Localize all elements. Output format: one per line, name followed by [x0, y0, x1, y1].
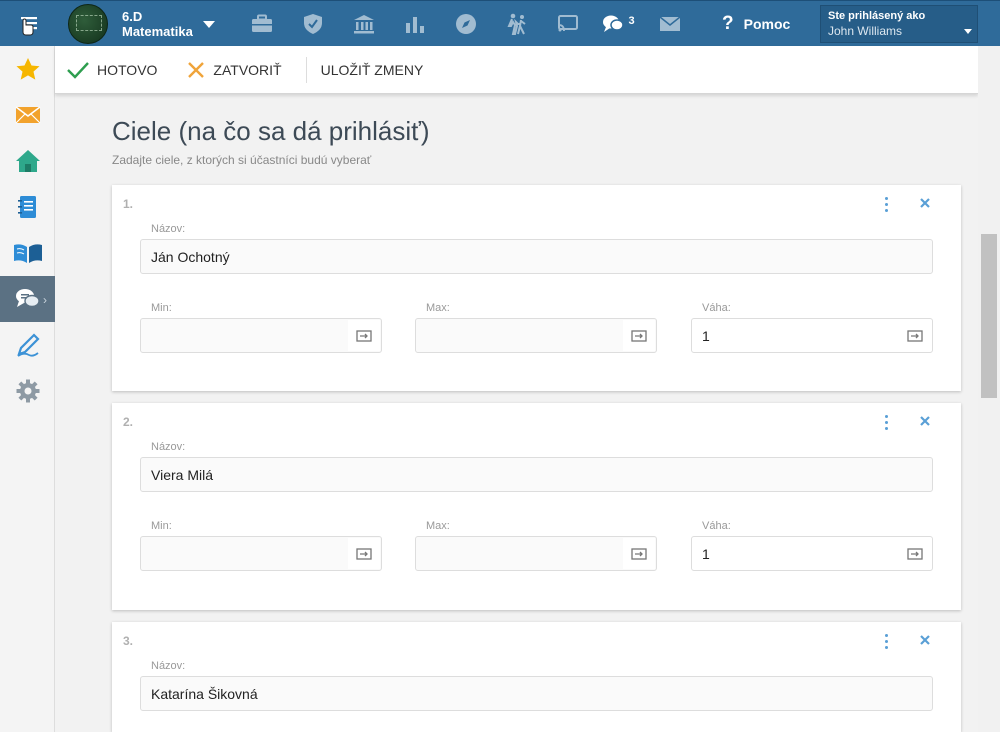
sidebar-item-settings[interactable]: [0, 368, 55, 414]
pen-icon: [16, 333, 40, 357]
hiking-icon[interactable]: [491, 1, 542, 47]
action-toolbar: HOTOVO ZATVORIŤ ULOŽIŤ ZMENY: [55, 46, 978, 94]
delete-goal-button[interactable]: [916, 194, 934, 212]
name-label: Názov:: [151, 660, 186, 672]
bar-chart-icon[interactable]: [389, 1, 440, 47]
check-icon: [67, 61, 89, 79]
more-vertical-icon[interactable]: [880, 195, 892, 213]
menu-button[interactable]: [0, 1, 55, 47]
chevron-down-icon: [964, 29, 972, 34]
name-input[interactable]: Viera Milá: [140, 457, 933, 492]
mail-icon[interactable]: [644, 1, 695, 47]
weight-label: Váha:: [702, 520, 731, 532]
top-bar: 6.D Matematika 3 ? Pomoc Ste prihlásený …: [0, 0, 1000, 46]
close-button[interactable]: ZATVORIŤ: [187, 46, 282, 94]
sidebar-item-favorites[interactable]: [0, 46, 55, 92]
top-nav: 3: [236, 1, 695, 47]
name-label: Názov:: [151, 223, 186, 235]
page-subtitle: Zadajte ciele, z ktorých si účastníci bu…: [112, 153, 372, 167]
page-title: Ciele (na čo sa dá prihlásiť): [112, 116, 430, 146]
input-insert-icon[interactable]: [348, 320, 380, 351]
question-icon: ?: [722, 13, 734, 34]
weight-input[interactable]: 1: [691, 536, 933, 571]
input-insert-icon[interactable]: [348, 538, 380, 569]
name-input[interactable]: Ján Ochotný: [140, 239, 933, 274]
briefcase-icon[interactable]: [236, 1, 287, 47]
class-name: 6.D: [122, 9, 143, 24]
sidebar-item-notebook[interactable]: [0, 184, 55, 230]
save-changes-button[interactable]: ULOŽIŤ ZMENY: [321, 46, 424, 94]
chat-icon[interactable]: 3: [593, 1, 644, 47]
help-button[interactable]: ? Pomoc: [722, 1, 790, 47]
input-insert-icon[interactable]: [623, 320, 655, 351]
input-insert-icon[interactable]: [899, 538, 931, 569]
name-input[interactable]: Katarína Šikovná: [140, 676, 933, 711]
bank-icon[interactable]: [338, 1, 389, 47]
more-vertical-icon[interactable]: [880, 632, 892, 650]
user-caption: Ste prihlásený ako: [828, 10, 926, 22]
class-avatar: [68, 4, 108, 44]
toolbar-divider: [305, 56, 307, 83]
goal-number: 2.: [123, 415, 134, 429]
max-input[interactable]: [415, 536, 657, 571]
class-selector[interactable]: 6.D Matematika: [68, 4, 215, 44]
chevron-right-icon: ›: [43, 293, 47, 307]
notebook-icon: [17, 196, 36, 218]
more-vertical-icon[interactable]: [880, 413, 892, 431]
min-input[interactable]: [140, 536, 382, 571]
close-icon: [188, 61, 205, 78]
user-name: John Williams: [828, 24, 903, 38]
book-icon: [13, 244, 42, 263]
envelope-icon: [15, 106, 40, 124]
weight-label: Váha:: [702, 302, 731, 314]
goal-card: 1. Názov: Ján Ochotný Min: Max: Váha: 1: [112, 185, 961, 391]
sidebar-item-messages[interactable]: [0, 92, 55, 138]
min-label: Min:: [151, 302, 172, 314]
gear-icon: [16, 379, 39, 403]
messages-count-badge: 3: [628, 15, 635, 27]
help-label: Pomoc: [743, 16, 791, 32]
close-icon: [920, 635, 930, 645]
close-label: ZATVORIŤ: [213, 61, 282, 78]
delete-goal-button[interactable]: [916, 412, 934, 430]
compass-icon[interactable]: [440, 1, 491, 47]
max-input[interactable]: [415, 318, 657, 353]
save-label: ULOŽIŤ ZMENY: [320, 61, 424, 78]
home-icon: [15, 150, 40, 172]
goal-card: 3. Názov: Katarína Šikovná: [112, 622, 961, 732]
cast-icon[interactable]: [542, 1, 593, 47]
input-insert-icon[interactable]: [623, 538, 655, 569]
delete-goal-button[interactable]: [916, 631, 934, 649]
sidebar-item-edit[interactable]: [0, 322, 55, 368]
sidebar-item-home[interactable]: [0, 138, 55, 184]
max-label: Max:: [426, 302, 450, 314]
goal-number: 3.: [123, 634, 134, 648]
input-insert-icon[interactable]: [899, 320, 931, 351]
weight-input[interactable]: 1: [691, 318, 933, 353]
max-label: Max:: [426, 520, 450, 532]
goal-card: 2. Názov: Viera Milá Min: Max: Váha: 1: [112, 403, 961, 610]
sidebar-item-library[interactable]: [0, 230, 55, 276]
done-label: HOTOVO: [97, 61, 158, 78]
star-icon: [16, 58, 39, 80]
scrollbar-thumb[interactable]: [981, 234, 997, 398]
menu-icon: [20, 17, 37, 36]
close-icon: [920, 198, 930, 208]
goal-number: 1.: [123, 197, 134, 211]
name-label: Názov:: [151, 441, 186, 453]
min-input[interactable]: [140, 318, 382, 353]
class-subject: Matematika: [122, 24, 193, 39]
left-sidebar: ›: [0, 46, 55, 732]
user-menu[interactable]: Ste prihlásený ako John Williams: [820, 5, 978, 43]
done-button[interactable]: HOTOVO: [67, 46, 157, 94]
min-label: Min:: [151, 520, 172, 532]
close-icon: [920, 416, 930, 426]
shield-icon[interactable]: [287, 1, 338, 47]
sidebar-item-discussions[interactable]: ›: [0, 276, 55, 322]
chevron-down-icon: [202, 20, 215, 28]
chat-icon: [15, 289, 40, 308]
